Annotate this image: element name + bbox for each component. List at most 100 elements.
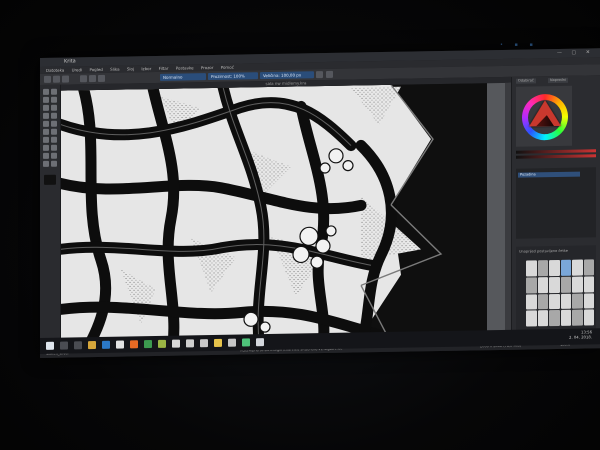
brush-preset[interactable] xyxy=(526,277,537,294)
menu-item-settings[interactable]: Postavke xyxy=(176,65,194,70)
menu-item-edit[interactable]: Uredi xyxy=(72,67,83,72)
brush-size-slider[interactable]: Veličina: 100,00 px xyxy=(260,71,314,80)
transform-tool-icon[interactable] xyxy=(51,88,57,95)
toolbox-panel xyxy=(40,84,60,350)
measure-tool-icon[interactable] xyxy=(51,144,57,151)
brush-tool-icon[interactable] xyxy=(43,96,49,103)
brush-preset[interactable] xyxy=(549,310,560,327)
brush-preset[interactable] xyxy=(572,276,583,293)
drawing-canvas[interactable] xyxy=(61,83,487,349)
app-icon[interactable] xyxy=(242,338,250,347)
brush-preset[interactable] xyxy=(549,259,560,276)
brush-preset[interactable] xyxy=(560,259,571,276)
brush-preset[interactable] xyxy=(560,293,571,310)
new-document-icon[interactable] xyxy=(44,75,51,83)
color-picker-tool-icon[interactable] xyxy=(43,136,49,143)
color-slider[interactable] xyxy=(516,154,596,159)
crop-tool-icon[interactable] xyxy=(43,152,49,159)
brush-preset[interactable] xyxy=(583,276,594,293)
brush-preset[interactable] xyxy=(549,293,560,310)
path-tool-icon[interactable] xyxy=(43,120,49,127)
pan-tool-icon[interactable] xyxy=(43,144,49,151)
edge-browser-icon[interactable] xyxy=(102,340,110,349)
gradient-icon[interactable] xyxy=(80,75,87,83)
brush-preset[interactable] xyxy=(537,260,548,277)
menu-item-file[interactable]: Datoteka xyxy=(46,68,64,73)
polygon-tool-icon[interactable] xyxy=(51,112,57,119)
brush-preset[interactable] xyxy=(572,309,583,326)
brush-presets-title: Unaprijed postavljene četke xyxy=(519,248,568,254)
magic-wand-tool-icon[interactable] xyxy=(51,160,57,167)
ellipse-tool-icon[interactable] xyxy=(43,112,49,119)
firefox-icon[interactable] xyxy=(130,340,138,349)
brush-preset[interactable] xyxy=(583,259,594,276)
blend-mode-select[interactable]: Normalno xyxy=(160,73,206,81)
app-icon[interactable] xyxy=(228,338,236,347)
advanced-color-selector[interactable] xyxy=(516,85,572,147)
brush-preset[interactable] xyxy=(526,260,537,277)
menu-item-view[interactable]: Pogled xyxy=(89,67,102,72)
brush-preset[interactable] xyxy=(560,309,571,326)
tab-color-selector[interactable]: Odabirač xyxy=(516,78,536,84)
store-icon[interactable] xyxy=(116,340,124,349)
right-docker-panel: Odabirač Napredni Pozadina Unaprijed pos… xyxy=(512,75,600,342)
assistant-tool-icon[interactable] xyxy=(51,152,57,159)
brush-preset[interactable] xyxy=(526,293,537,310)
select-tool-icon[interactable] xyxy=(43,88,49,95)
brush-preset[interactable] xyxy=(583,309,594,326)
krita-window: Krita — ▢ ✕ Datoteka Uredi Pogled Slika … xyxy=(40,48,600,359)
menu-item-filter[interactable]: Filtar xyxy=(159,66,169,71)
photo-of-monitor: • ▪ ▪ Krita — ▢ ✕ Datoteka Uredi Pogled … xyxy=(0,0,600,450)
brush-preset[interactable] xyxy=(572,293,583,309)
rectangle-tool-icon[interactable] xyxy=(51,104,57,111)
krita-taskbar-icon[interactable] xyxy=(256,338,264,347)
task-view-icon[interactable] xyxy=(74,341,82,350)
color-slider[interactable] xyxy=(516,149,596,154)
pattern-icon[interactable] xyxy=(89,75,96,83)
menu-item-select[interactable]: Izbor xyxy=(141,66,151,71)
brush-preset[interactable] xyxy=(572,259,583,276)
mail-icon[interactable] xyxy=(200,339,208,348)
wrap-icon[interactable] xyxy=(326,70,333,79)
brush-preset[interactable] xyxy=(526,310,537,327)
foreground-color-swatch[interactable] xyxy=(44,174,56,185)
brush-preset-grid xyxy=(526,259,594,327)
app-icon[interactable] xyxy=(158,339,166,348)
brush-preset-icon[interactable] xyxy=(98,74,105,82)
file-explorer-icon[interactable] xyxy=(88,341,96,350)
menu-item-window[interactable]: Prozor xyxy=(201,65,214,70)
menu-item-help[interactable]: Pomoć xyxy=(221,65,234,70)
menu-item-layer[interactable]: Sloj xyxy=(127,66,134,71)
brush-preset[interactable] xyxy=(560,276,571,293)
canvas-scrollbar[interactable] xyxy=(505,82,511,341)
canvas-vertical-area xyxy=(487,82,511,342)
line-tool-icon[interactable] xyxy=(43,104,49,111)
system-tray-clock[interactable]: 13:56 2. 04. 2018. xyxy=(569,329,592,339)
brush-preset[interactable] xyxy=(537,276,548,293)
lasso-tool-icon[interactable] xyxy=(43,160,49,167)
tab-advanced[interactable]: Napredni xyxy=(548,77,568,84)
folder-icon[interactable] xyxy=(214,338,222,347)
mirror-icon[interactable] xyxy=(316,71,323,79)
color-sliders[interactable] xyxy=(516,149,596,166)
text-tool-icon[interactable] xyxy=(51,120,57,127)
opacity-slider[interactable]: Prozirnost: 100% xyxy=(208,72,258,81)
gradient-tool-icon[interactable] xyxy=(51,128,57,135)
window-title: Krita xyxy=(64,58,76,65)
layer-row[interactable]: Pozadina xyxy=(518,171,580,178)
eraser-tool-icon[interactable] xyxy=(51,96,57,103)
start-icon[interactable] xyxy=(46,341,54,350)
brush-preset[interactable] xyxy=(549,276,560,293)
save-icon[interactable] xyxy=(62,75,69,83)
brush-preset[interactable] xyxy=(583,292,594,309)
app-icon[interactable] xyxy=(186,339,194,348)
menu-item-image[interactable]: Slika xyxy=(110,67,119,72)
open-icon[interactable] xyxy=(53,75,60,83)
zoom-tool-icon[interactable] xyxy=(51,136,57,143)
app-icon[interactable] xyxy=(172,339,180,348)
fill-tool-icon[interactable] xyxy=(43,128,49,135)
brush-preset[interactable] xyxy=(537,293,548,310)
search-icon[interactable] xyxy=(60,341,68,350)
app-icon[interactable] xyxy=(144,340,152,349)
brush-preset[interactable] xyxy=(537,310,548,327)
